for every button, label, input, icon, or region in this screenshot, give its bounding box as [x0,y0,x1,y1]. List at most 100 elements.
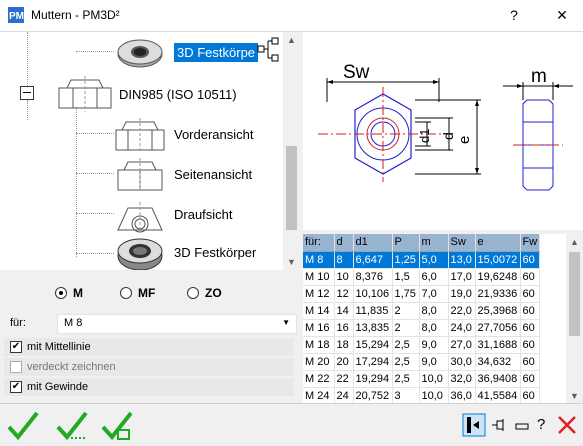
radio-mf[interactable]: MF [120,286,155,300]
table-row[interactable]: M 18 18 15,294 2,5 9,0 27,0 31,1688 60 [303,336,541,354]
tree-item-3d-festkoerper-top[interactable]: 3D Festkörpe [110,32,259,72]
table-cell: 8,376 [353,268,393,286]
tree-item-seitenansicht[interactable]: Seitenansicht [110,154,252,194]
title-bar: PM Muttern - PM3D² ? ✕ [0,0,583,31]
radio-m[interactable]: M [55,286,83,300]
table-cell: 15,294 [353,336,393,354]
column-header[interactable]: für: [303,234,335,252]
tree-item-label: DIN985 (ISO 10511) [119,86,237,102]
table-cell: 25,3968 [475,302,521,320]
thread-type-radio-group: M MF ZO [0,284,300,304]
tree-view[interactable]: 3D Festkörpe DIN985 (ISO 10511) Vorderan… [0,32,300,270]
table-cell: 2,5 [392,353,420,371]
table-cell: 10,0 [419,370,449,388]
dock-panel-icon[interactable] [462,413,486,437]
tree-line [76,107,77,257]
scroll-up-icon[interactable]: ▲ [283,32,300,48]
scroll-down-icon[interactable]: ▼ [283,254,300,270]
table-cell: 10,0 [419,387,449,404]
tree-scrollbar[interactable]: ▲ ▼ [283,32,300,270]
column-header[interactable]: m [419,234,449,252]
table-row[interactable]: M 24 24 20,752 3 10,0 36,0 41,5584 60 [303,387,541,404]
checkbox-mit-mittellinie[interactable]: ✔ mit Mittellinie [4,338,294,356]
column-header[interactable]: P [392,234,420,252]
checkbox-verdeckt-zeichnen[interactable]: verdeckt zeichnen [4,358,294,376]
ok-window-check-icon[interactable] [100,410,134,442]
table-row[interactable]: M 22 22 19,294 2,5 10,0 32,0 36,9408 60 [303,370,541,388]
dropdown-arrow-icon[interactable]: ▼ [282,318,290,327]
table-cell: 9,0 [419,336,449,354]
table-cell: 9,0 [419,353,449,371]
radio-indicator[interactable] [55,287,67,299]
table-cell: 19,294 [353,370,393,388]
table-cell: 15,0072 [475,251,521,269]
tree-item-din985[interactable]: DIN985 (ISO 10511) [55,74,237,114]
table-row[interactable]: M 20 20 17,294 2,5 9,0 30,0 34,632 60 [303,353,541,371]
column-header[interactable]: d1 [353,234,393,252]
table-cell: 2 [392,302,420,320]
table-cell: 1,25 [392,251,420,269]
tree-item-vorderansicht[interactable]: Vorderansicht [110,114,254,154]
size-dropdown[interactable]: M 8 ▼ [57,314,297,334]
table-cell: 17,294 [353,353,393,371]
radio-label: ZO [205,286,222,300]
radio-zo[interactable]: ZO [187,286,222,300]
table-cell: M 14 [303,302,335,320]
scroll-up-icon[interactable]: ▲ [566,234,583,250]
tree-line [27,100,28,120]
table-cell: 6,647 [353,251,393,269]
table-scrollbar[interactable]: ▲ ▼ [566,234,583,404]
table-cell: 60 [520,319,541,337]
help-button[interactable]: ? [500,4,528,26]
collapse-toggle[interactable] [20,86,34,100]
table-row[interactable]: M 10 10 8,376 1,5 6,0 17,0 19,6248 60 [303,268,541,286]
ok-repeat-check-icon[interactable] [55,410,89,442]
scroll-thumb[interactable] [286,146,297,230]
scroll-down-icon[interactable]: ▼ [566,388,583,404]
dimension-drawing-svg: Sw d1 d e m [318,62,573,191]
checkbox-box[interactable]: ✔ [10,341,22,353]
minimize-icon[interactable] [515,420,529,432]
sw-label: Sw [343,62,370,83]
table-row[interactable]: M 14 14 11,835 2 8,0 22,0 25,3968 60 [303,302,541,320]
pin-icon[interactable] [491,418,507,432]
close-icon[interactable] [556,414,578,436]
table-cell: 22 [334,370,354,388]
table-cell: 2,5 [392,336,420,354]
m-label: m [531,66,547,87]
nut-side-view-thumbnail [117,158,163,192]
radio-indicator[interactable] [187,287,199,299]
ok-check-icon[interactable] [6,410,40,442]
radio-indicator[interactable] [120,287,132,299]
column-header[interactable]: e [475,234,521,252]
table-cell: 13,835 [353,319,393,337]
tree-item-label: 3D Festkörpe [174,42,259,62]
tree-line [27,32,28,94]
table-row[interactable]: M 12 12 10,106 1,75 7,0 19,0 21,9336 60 [303,285,541,303]
table-row[interactable]: M 8 8 6,647 1,25 5,0 13,0 15,0072 60 [303,251,541,269]
tree-item-3d-festkoerper[interactable]: 3D Festkörper [110,232,256,270]
table-cell: 13,0 [448,251,476,269]
scroll-thumb[interactable] [569,252,580,336]
table-cell: 22,0 [448,302,476,320]
tree-structure-icon[interactable] [257,37,279,63]
table-cell: 2 [392,319,420,337]
column-header[interactable]: Sw [448,234,476,252]
table-row[interactable]: M 16 16 13,835 2 8,0 24,0 27,7056 60 [303,319,541,337]
dimension-table[interactable]: für: d d1 Pm Sw e Fw M 8 8 6,647 1,25 5,0 13,0 15,007… [303,234,541,404]
table-cell: 2,5 [392,370,420,388]
close-window-button[interactable]: ✕ [548,4,576,26]
size-label: für: [10,317,26,329]
checkbox-box[interactable] [10,361,22,373]
checkbox-box[interactable]: ✔ [10,381,22,393]
column-header[interactable]: Fw [520,234,541,252]
help-icon[interactable]: ? [537,416,545,433]
checkbox-mit-gewinde[interactable]: ✔ mit Gewinde [4,378,294,396]
table-cell: 17,0 [448,268,476,286]
tree-item-label: Vorderansicht [174,126,254,142]
column-header[interactable]: d [334,234,354,252]
bottom-toolbar: ? [0,403,583,446]
tree-item-draufsicht[interactable]: Draufsicht [110,194,233,234]
table-cell: 34,632 [475,353,521,371]
size-select-row: für: M 8 ▼ [4,314,297,334]
